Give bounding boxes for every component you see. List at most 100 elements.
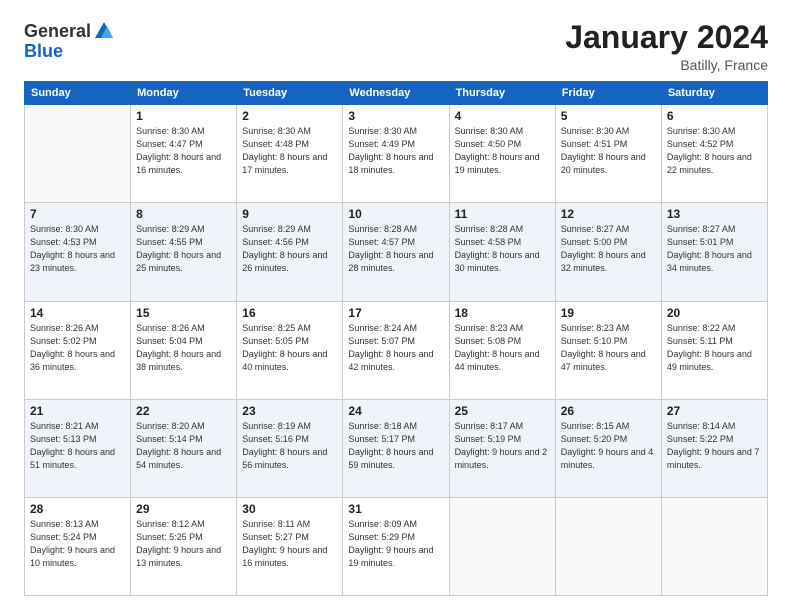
day-info: Sunrise: 8:14 AMSunset: 5:22 PMDaylight:… [667,420,762,472]
table-row: 18Sunrise: 8:23 AMSunset: 5:08 PMDayligh… [449,301,555,399]
calendar-week-row: 21 Sunrise: 8:21 AMSunset: 5:13 PMDayligh… [25,399,768,497]
day-number: 21 [30,404,125,418]
day-info: Sunrise: 8:25 AMSunset: 5:05 PMDaylight:… [242,322,337,374]
table-row [449,497,555,595]
table-row: 8 Sunrise: 8:29 AMSunset: 4:55 PMDaylight… [131,203,237,301]
day-number: 4 [455,109,550,123]
day-number: 8 [136,207,231,221]
day-number: 10 [348,207,443,221]
col-thursday: Thursday [449,82,555,105]
day-number: 23 [242,404,337,418]
table-row [661,497,767,595]
title-block: January 2024 Batilly, France [565,20,768,73]
day-info: Sunrise: 8:15 AMSunset: 5:20 PMDaylight:… [561,420,656,472]
day-number: 1 [136,109,231,123]
day-number: 26 [561,404,656,418]
day-info: Sunrise: 8:29 AMSunset: 4:55 PMDaylight:… [136,223,231,275]
table-row: 9 Sunrise: 8:29 AMSunset: 4:56 PMDaylight… [237,203,343,301]
day-info: Sunrise: 8:30 AMSunset: 4:49 PMDaylight:… [348,125,443,177]
table-row: 2 Sunrise: 8:30 AMSunset: 4:48 PMDaylight… [237,105,343,203]
table-row: 13Sunrise: 8:27 AMSunset: 5:01 PMDayligh… [661,203,767,301]
logo-blue: Blue [24,42,63,60]
table-row: 12 Sunrise: 8:27 AMSunset: 5:00 PMDayligh… [555,203,661,301]
table-row: 28 Sunrise: 8:13 AMSunset: 5:24 PMDayligh… [25,497,131,595]
day-info: Sunrise: 8:28 AMSunset: 4:58 PMDaylight:… [455,223,550,275]
table-row: 23 Sunrise: 8:19 AMSunset: 5:16 PMDayligh… [237,399,343,497]
table-row [555,497,661,595]
day-info: Sunrise: 8:29 AMSunset: 4:56 PMDaylight:… [242,223,337,275]
table-row: 22 Sunrise: 8:20 AMSunset: 5:14 PMDayligh… [131,399,237,497]
day-number: 6 [667,109,762,123]
day-info: Sunrise: 8:18 AMSunset: 5:17 PMDaylight:… [348,420,443,472]
logo-general: General [24,22,91,40]
col-friday: Friday [555,82,661,105]
day-info: Sunrise: 8:17 AMSunset: 5:19 PMDaylight:… [455,420,550,472]
day-info: Sunrise: 8:30 AMSunset: 4:52 PMDaylight:… [667,125,762,177]
day-number: 17 [348,306,443,320]
month-title: January 2024 [565,20,768,55]
col-wednesday: Wednesday [343,82,449,105]
calendar-week-row: 1 Sunrise: 8:30 AMSunset: 4:47 PMDaylight… [25,105,768,203]
table-row: 26 Sunrise: 8:15 AMSunset: 5:20 PMDayligh… [555,399,661,497]
day-info: Sunrise: 8:24 AMSunset: 5:07 PMDaylight:… [348,322,443,374]
day-number: 27 [667,404,762,418]
table-row: 17 Sunrise: 8:24 AMSunset: 5:07 PMDayligh… [343,301,449,399]
table-row: 25 Sunrise: 8:17 AMSunset: 5:19 PMDayligh… [449,399,555,497]
col-saturday: Saturday [661,82,767,105]
day-info: Sunrise: 8:26 AMSunset: 5:04 PMDaylight:… [136,322,231,374]
day-info: Sunrise: 8:13 AMSunset: 5:24 PMDaylight:… [30,518,125,570]
table-row [25,105,131,203]
day-number: 25 [455,404,550,418]
day-number: 22 [136,404,231,418]
day-info: Sunrise: 8:26 AMSunset: 5:02 PMDaylight:… [30,322,125,374]
calendar-header-row: Sunday Monday Tuesday Wednesday Thursday… [25,82,768,105]
table-row: 14Sunrise: 8:26 AMSunset: 5:02 PMDayligh… [25,301,131,399]
table-row: 30Sunrise: 8:11 AMSunset: 5:27 PMDayligh… [237,497,343,595]
day-info: Sunrise: 8:27 AMSunset: 5:00 PMDaylight:… [561,223,656,275]
day-info: Sunrise: 8:20 AMSunset: 5:14 PMDaylight:… [136,420,231,472]
day-info: Sunrise: 8:28 AMSunset: 4:57 PMDaylight:… [348,223,443,275]
day-number: 11 [455,207,550,221]
calendar-week-row: 28 Sunrise: 8:13 AMSunset: 5:24 PMDayligh… [25,497,768,595]
day-number: 19 [561,306,656,320]
day-number: 20 [667,306,762,320]
table-row: 10 Sunrise: 8:28 AMSunset: 4:57 PMDayligh… [343,203,449,301]
day-info: Sunrise: 8:30 AMSunset: 4:51 PMDaylight:… [561,125,656,177]
day-info: Sunrise: 8:23 AMSunset: 5:08 PMDaylight:… [455,322,550,374]
day-number: 7 [30,207,125,221]
day-info: Sunrise: 8:27 AMSunset: 5:01 PMDaylight:… [667,223,762,275]
day-info: Sunrise: 8:23 AMSunset: 5:10 PMDaylight:… [561,322,656,374]
day-number: 3 [348,109,443,123]
day-number: 31 [348,502,443,516]
day-info: Sunrise: 8:30 AMSunset: 4:48 PMDaylight:… [242,125,337,177]
day-number: 12 [561,207,656,221]
day-number: 28 [30,502,125,516]
table-row: 19 Sunrise: 8:23 AMSunset: 5:10 PMDayligh… [555,301,661,399]
table-row: 4Sunrise: 8:30 AMSunset: 4:50 PMDaylight… [449,105,555,203]
table-row: 31 Sunrise: 8:09 AMSunset: 5:29 PMDayligh… [343,497,449,595]
table-row: 6 Sunrise: 8:30 AMSunset: 4:52 PMDaylight… [661,105,767,203]
header: General Blue January 2024 Batilly, Franc… [24,20,768,73]
day-number: 5 [561,109,656,123]
day-info: Sunrise: 8:09 AMSunset: 5:29 PMDaylight:… [348,518,443,570]
table-row: 5 Sunrise: 8:30 AMSunset: 4:51 PMDaylight… [555,105,661,203]
day-number: 30 [242,502,337,516]
table-row: 7 Sunrise: 8:30 AMSunset: 4:53 PMDaylight… [25,203,131,301]
day-info: Sunrise: 8:30 AMSunset: 4:47 PMDaylight:… [136,125,231,177]
table-row: 1 Sunrise: 8:30 AMSunset: 4:47 PMDaylight… [131,105,237,203]
day-number: 16 [242,306,337,320]
table-row: 29Sunrise: 8:12 AMSunset: 5:25 PMDayligh… [131,497,237,595]
col-sunday: Sunday [25,82,131,105]
table-row: 24Sunrise: 8:18 AMSunset: 5:17 PMDayligh… [343,399,449,497]
page: General Blue January 2024 Batilly, Franc… [0,0,792,612]
day-info: Sunrise: 8:21 AMSunset: 5:13 PMDaylight:… [30,420,125,472]
table-row: 15Sunrise: 8:26 AMSunset: 5:04 PMDayligh… [131,301,237,399]
day-number: 9 [242,207,337,221]
col-monday: Monday [131,82,237,105]
day-number: 2 [242,109,337,123]
day-info: Sunrise: 8:19 AMSunset: 5:16 PMDaylight:… [242,420,337,472]
day-info: Sunrise: 8:22 AMSunset: 5:11 PMDaylight:… [667,322,762,374]
day-info: Sunrise: 8:30 AMSunset: 4:53 PMDaylight:… [30,223,125,275]
table-row: 11 Sunrise: 8:28 AMSunset: 4:58 PMDayligh… [449,203,555,301]
calendar-week-row: 7 Sunrise: 8:30 AMSunset: 4:53 PMDaylight… [25,203,768,301]
